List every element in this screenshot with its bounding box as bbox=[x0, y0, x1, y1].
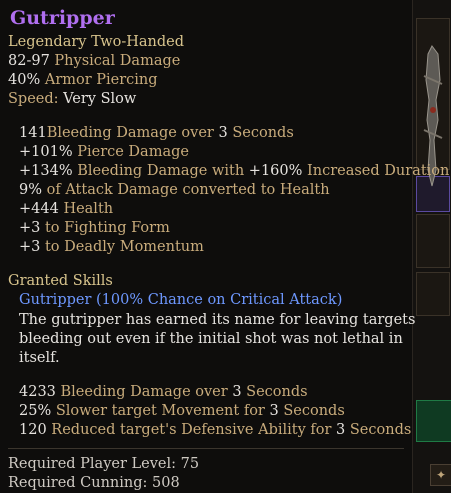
bonus-value: +3 bbox=[19, 220, 41, 236]
effect-label: Slower target Movement for bbox=[55, 403, 270, 419]
requirement-label: Required Player Level: bbox=[8, 456, 177, 472]
requirement-row: Required Player Level: 75 bbox=[8, 455, 199, 473]
inventory-slot[interactable] bbox=[416, 272, 450, 316]
stat-value: 82-97 bbox=[8, 53, 50, 69]
bonus-label: to Fighting Form bbox=[44, 220, 170, 236]
stat-label: Armor Piercing bbox=[44, 72, 158, 88]
inventory-slot[interactable] bbox=[416, 400, 451, 442]
effect-label: Bleeding Damage over bbox=[60, 384, 233, 400]
effect-label: Seconds bbox=[345, 422, 412, 438]
effect-label: Seconds bbox=[241, 384, 308, 400]
skill-effect-row: 120 Reduced target's Defensive Ability f… bbox=[19, 421, 411, 439]
requirement-value: 75 bbox=[180, 456, 200, 472]
divider bbox=[8, 448, 404, 449]
effect-value: 3 bbox=[336, 422, 346, 438]
inventory-slot[interactable] bbox=[416, 214, 450, 268]
base-stat-row: 40% Armor Piercing bbox=[8, 71, 158, 89]
stat-value: Very Slow bbox=[63, 91, 137, 107]
item-rarity-type: Legendary Two-Handed bbox=[8, 34, 185, 50]
bonus-row: 9% of Attack Damage converted to Health bbox=[19, 181, 330, 199]
effect-value: 120 bbox=[19, 422, 47, 438]
settings-icon[interactable]: ✦ bbox=[430, 464, 451, 486]
effect-label: Reduced target's Defensive Ability for bbox=[51, 422, 337, 438]
bonus-value: +3 bbox=[19, 239, 41, 255]
base-stat-row: Speed: Very Slow bbox=[8, 90, 136, 108]
requirement-label: Required Cunning: bbox=[8, 475, 148, 491]
bonus-label: to Deadly Momentum bbox=[44, 239, 204, 255]
bonus-row: +3 to Deadly Momentum bbox=[19, 238, 204, 256]
bonus-value: +160% bbox=[248, 163, 303, 179]
stat-label: Speed: bbox=[8, 91, 59, 107]
skill-description-line: The gutripper has earned its name for le… bbox=[19, 312, 416, 328]
granted-skill-name: Gutripper (100% Chance on Critical Attac… bbox=[19, 292, 343, 308]
bonus-value: 141 bbox=[19, 125, 47, 141]
bonus-label: Bleeding Damage with bbox=[77, 163, 249, 179]
requirement-row: Required Cunning: 508 bbox=[8, 474, 180, 492]
requirement-value: 508 bbox=[152, 475, 180, 491]
bonus-label: Increased Duration bbox=[307, 163, 450, 179]
stat-label: Physical Damage bbox=[54, 53, 181, 69]
bonus-label: Health bbox=[63, 201, 114, 217]
stat-value: 40% bbox=[8, 72, 41, 88]
bonus-row: +444 Health bbox=[19, 200, 113, 218]
effect-value: 4233 bbox=[19, 384, 56, 400]
bonus-row: 141Bleeding Damage over 3 Seconds bbox=[19, 124, 294, 142]
effect-label: Seconds bbox=[278, 403, 345, 419]
skill-effect-row: 25% Slower target Movement for 3 Seconds bbox=[19, 402, 345, 420]
bonus-row: +134% Bleeding Damage with +160% Increas… bbox=[19, 162, 449, 180]
effect-value: 3 bbox=[232, 384, 242, 400]
effect-value: 25% bbox=[19, 403, 52, 419]
bonus-value: +444 bbox=[19, 201, 59, 217]
bonus-row: +3 to Fighting Form bbox=[19, 219, 170, 237]
base-stat-row: 82-97 Physical Damage bbox=[8, 52, 180, 70]
bonus-label: Seconds bbox=[227, 125, 294, 141]
bonus-value: 9% bbox=[19, 182, 43, 198]
item-tooltip: Gutripper Legendary Two-Handed 82-97 Phy… bbox=[0, 0, 449, 493]
bonus-value: +101% bbox=[19, 144, 73, 160]
bonus-label: of Attack Damage converted to Health bbox=[46, 182, 330, 198]
skill-description-line: bleeding out even if the initial shot wa… bbox=[19, 331, 403, 347]
bonus-value: 3 bbox=[218, 125, 228, 141]
effect-value: 3 bbox=[269, 403, 279, 419]
bonus-label: Pierce Damage bbox=[77, 144, 189, 160]
bonus-label: Bleeding Damage over bbox=[46, 125, 219, 141]
bonus-row: +101% Pierce Damage bbox=[19, 143, 189, 161]
item-name: Gutripper bbox=[10, 7, 115, 29]
granted-skills-heading: Granted Skills bbox=[8, 273, 113, 289]
skill-effect-row: 4233 Bleeding Damage over 3 Seconds bbox=[19, 383, 308, 401]
bonus-value: +134% bbox=[19, 163, 73, 179]
skill-description-line: itself. bbox=[19, 350, 60, 366]
